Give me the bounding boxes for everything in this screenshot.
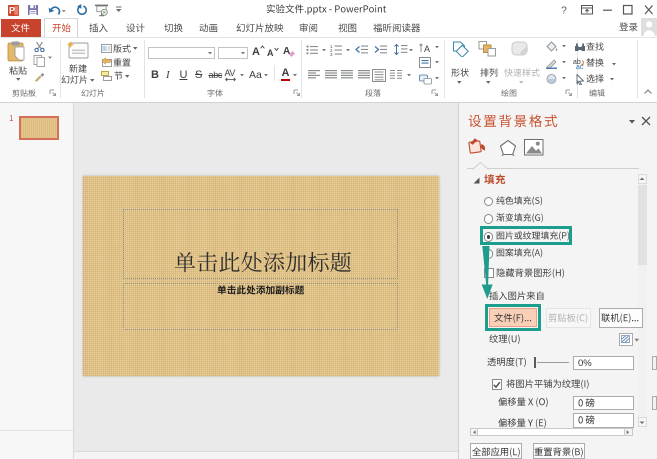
svg-text:?: ? (561, 5, 567, 17)
svg-text:P: P (9, 5, 15, 15)
svg-text:A: A (283, 46, 290, 57)
svg-text:3: 3 (330, 52, 333, 56)
svg-text:A: A (424, 44, 430, 54)
